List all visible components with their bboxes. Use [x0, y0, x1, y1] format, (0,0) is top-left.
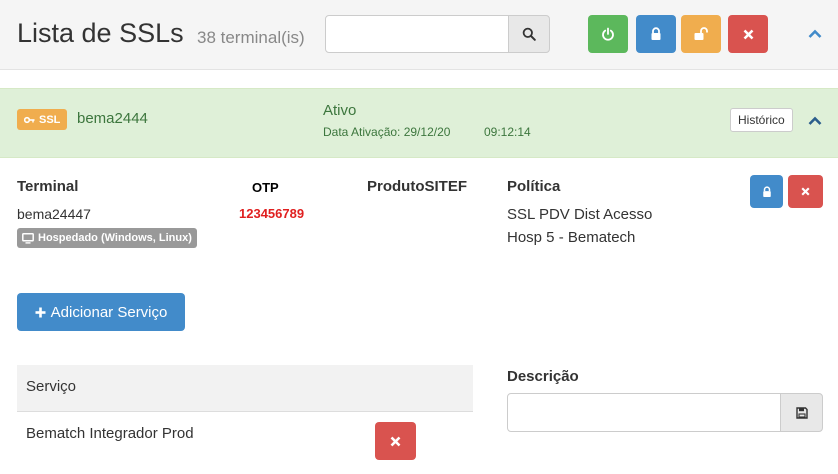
times-icon — [801, 187, 810, 196]
description-input[interactable] — [507, 393, 781, 432]
search-input[interactable] — [325, 15, 509, 53]
unlock-button[interactable] — [681, 15, 721, 53]
history-button[interactable]: Histórico — [730, 108, 793, 132]
politica-column-head: Política — [507, 178, 561, 195]
activate-button[interactable] — [588, 15, 628, 53]
ssl-activation-date: Data Ativação: 29/12/20 — [323, 125, 451, 139]
collapse-list-button[interactable] — [804, 23, 826, 45]
policy-name-line1: SSL PDV Dist Acesso — [507, 206, 653, 223]
service-name: Bematch Integrador Prod — [26, 425, 194, 442]
power-icon — [602, 27, 614, 41]
ssl-activation-time: 09:12:14 — [484, 125, 531, 139]
chevron-up-icon — [808, 29, 822, 38]
policy-name-line2: Hosp 5 - Bematech — [507, 229, 636, 246]
produto-sitef-column-head: ProdutoSITEF — [367, 178, 467, 195]
page-title: Lista de SSLs — [17, 18, 184, 48]
description-label: Descrição — [507, 368, 579, 385]
ssl-status: Ativo — [323, 102, 357, 119]
policy-remove-button[interactable] — [788, 175, 823, 208]
chevron-up-icon — [808, 116, 822, 125]
ssl-badge-label: SSL — [39, 113, 61, 126]
hosted-badge: Hospedado (Windows, Linux) — [17, 228, 197, 248]
service-column-head: Serviço — [26, 378, 77, 395]
key-icon — [24, 116, 35, 123]
terminal-column-head: Terminal — [17, 178, 79, 195]
add-service-label: Adicionar Serviço — [50, 303, 168, 321]
lock-icon — [762, 185, 771, 197]
add-service-button[interactable]: Adicionar Serviço — [17, 293, 185, 331]
hosted-badge-label: Hospedado (Windows, Linux) — [38, 232, 192, 244]
description-save-button[interactable] — [780, 393, 823, 432]
ssl-badge: SSL — [17, 109, 68, 130]
save-icon — [795, 406, 808, 419]
remove-button[interactable] — [728, 15, 768, 53]
search-button[interactable] — [508, 15, 550, 53]
terminal-value: bema24447 — [17, 206, 91, 222]
times-icon — [390, 436, 401, 446]
lock-button[interactable] — [636, 15, 676, 53]
terminal-count: 38 terminal(is) — [197, 28, 305, 47]
plus-icon — [35, 307, 46, 317]
service-table-header — [17, 365, 473, 412]
unlock-icon — [694, 27, 708, 40]
otp-value: 123456789 — [239, 206, 305, 221]
times-icon — [743, 29, 753, 39]
otp-column-head: OTP — [252, 180, 279, 195]
lock-icon — [651, 27, 661, 40]
search-icon — [522, 27, 536, 41]
service-remove-button[interactable] — [375, 422, 416, 460]
collapse-ssl-button[interactable] — [804, 110, 826, 132]
policy-lock-button[interactable] — [750, 175, 783, 208]
ssl-name: bema2444 — [77, 110, 148, 127]
monitor-icon — [22, 232, 34, 244]
